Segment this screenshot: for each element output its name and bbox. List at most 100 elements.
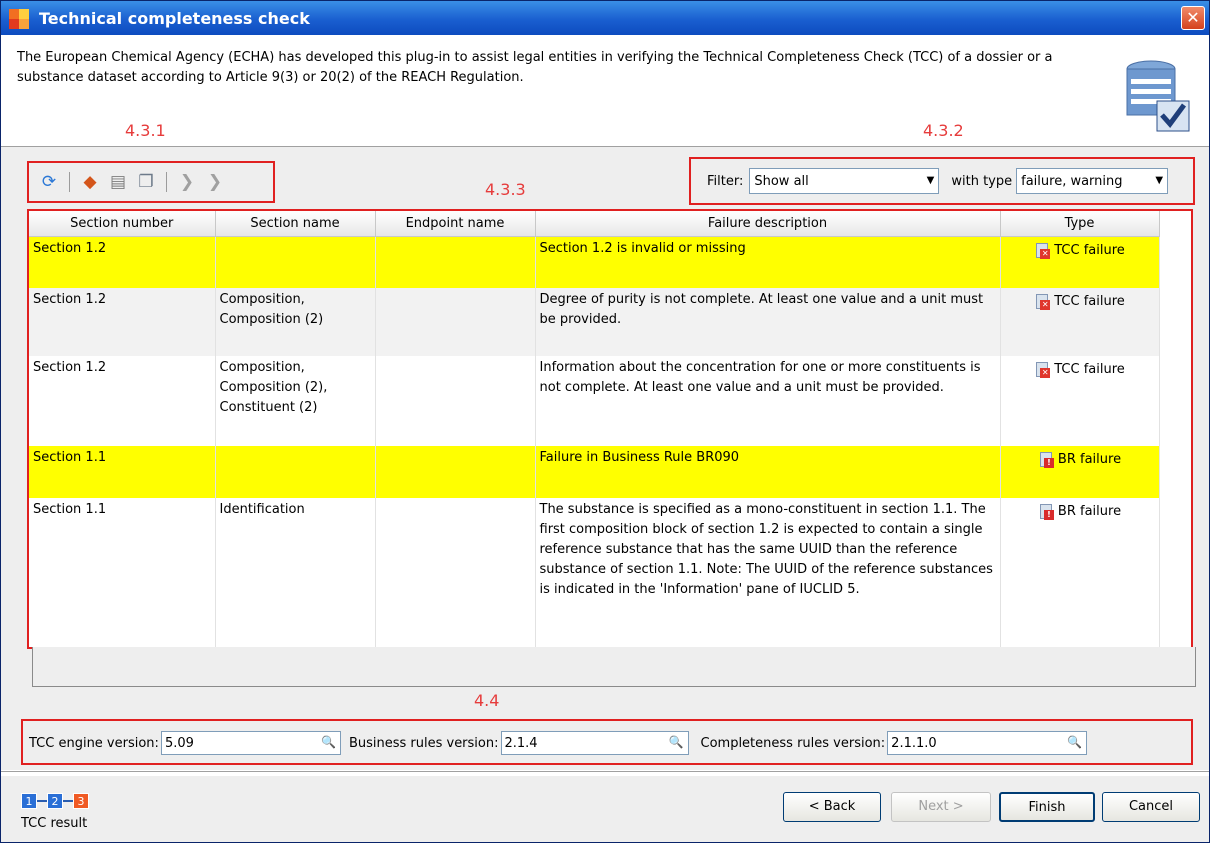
- type-label: TCC failure: [1054, 362, 1125, 377]
- tcc-failure-icon: ✕: [1034, 294, 1051, 310]
- magnifier-icon[interactable]: 🔍: [669, 735, 684, 749]
- table-row[interactable]: Section 1.2 Composition, Composition (2)…: [29, 288, 1160, 356]
- type-cell: ! BR failure: [1000, 498, 1160, 647]
- type-filter-select-value: failure, warning: [1021, 173, 1123, 189]
- type-filter-label: with type: [951, 173, 1013, 189]
- tcc-failure-icon: ✕: [1034, 242, 1051, 259]
- column-header[interactable]: Section number: [29, 211, 216, 237]
- wizard-steps: 1 2 3: [21, 793, 89, 809]
- endpoint-name-cell: [375, 288, 536, 356]
- chevron-down-icon: ▼: [1155, 175, 1164, 186]
- failure-description-cell: Information about the concentration for …: [535, 356, 1001, 446]
- annotation-label-table: 4.3.3: [485, 180, 526, 199]
- echa-logo-icon: [7, 7, 33, 29]
- failure-description-cell: Failure in Business Rule BR090: [535, 446, 1001, 498]
- endpoint-name-cell: [375, 356, 536, 446]
- endpoint-name-cell: [375, 236, 536, 288]
- section-number-cell: Section 1.1: [29, 498, 216, 647]
- filter-label: Filter:: [707, 173, 744, 189]
- toolbar-divider: [69, 172, 70, 192]
- cancel-button[interactable]: Cancel: [1102, 792, 1200, 822]
- failure-description-cell: Section 1.2 is invalid or missing: [535, 236, 1001, 288]
- column-header[interactable]: Type: [1000, 211, 1160, 237]
- next-icon[interactable]: ❯: [204, 171, 226, 193]
- completeness-rules-version-value: 2.1.1.0: [891, 735, 937, 751]
- annotation-label-filter: 4.3.2: [923, 121, 964, 140]
- table-empty-area: [32, 647, 1196, 687]
- endpoint-name-cell: [375, 498, 536, 647]
- tcc-failure-icon: ✕: [1034, 362, 1051, 378]
- filter-bar: Filter: Show all ▼ with type failure, wa…: [689, 159, 1195, 203]
- filter-select[interactable]: Show all ▼: [749, 168, 940, 194]
- previous-icon[interactable]: ❯: [176, 171, 198, 193]
- type-label: BR failure: [1057, 452, 1122, 467]
- wizard-step: 1: [21, 793, 37, 809]
- table-row[interactable]: Section 1.2 Section 1.2 is invalid or mi…: [29, 236, 1160, 288]
- column-header[interactable]: Endpoint name: [375, 211, 536, 237]
- business-rules-version-label: Business rules version:: [348, 735, 499, 751]
- title-bar: Technical completeness check ✕: [1, 1, 1209, 35]
- magnifier-icon[interactable]: 🔍: [321, 735, 336, 749]
- database-check-icon: [1126, 60, 1190, 132]
- current-step-label: TCC result: [21, 816, 88, 831]
- completeness-rules-version-label: Completeness rules version:: [700, 735, 886, 751]
- column-header[interactable]: Section name: [215, 211, 376, 237]
- type-label: BR failure: [1057, 504, 1122, 519]
- table-row[interactable]: Section 1.1 Identification The substance…: [29, 498, 1160, 647]
- versions-bar: TCC engine version: 5.09 🔍 Business rule…: [21, 721, 1193, 765]
- type-cell: ✕ TCC failure: [1000, 236, 1160, 288]
- finish-button[interactable]: Finish: [999, 792, 1095, 822]
- type-label: TCC failure: [1054, 242, 1125, 258]
- back-button[interactable]: < Back: [783, 792, 881, 822]
- chevron-down-icon: ▼: [926, 175, 935, 186]
- section-number-cell: Section 1.2: [29, 356, 216, 446]
- filter-select-value: Show all: [754, 173, 809, 189]
- step-connector: [63, 800, 73, 802]
- magnifier-icon[interactable]: 🔍: [1067, 735, 1082, 749]
- br-failure-icon: !: [1038, 452, 1054, 468]
- endpoint-name-cell: [375, 446, 536, 498]
- type-cell: ✕ TCC failure: [1000, 288, 1160, 356]
- section-name-cell: Composition, Composition (2), Constituen…: [215, 356, 376, 446]
- toolbar-divider: [166, 172, 167, 192]
- type-cell: ✕ TCC failure: [1000, 356, 1160, 446]
- tcc-engine-version-label: TCC engine version:: [29, 735, 159, 751]
- table-row[interactable]: Section 1.2 Composition, Composition (2)…: [29, 356, 1160, 446]
- section-number-cell: Section 1.2: [29, 288, 216, 356]
- section-name-cell: Composition, Composition (2): [215, 288, 376, 356]
- section-number-cell: Section 1.1: [29, 446, 216, 498]
- tcc-engine-version-field[interactable]: 5.09 🔍: [160, 731, 341, 755]
- business-rules-version-value: 2.1.4: [504, 735, 538, 751]
- completeness-rules-version-field[interactable]: 2.1.1.0 🔍: [887, 731, 1088, 755]
- intro-text: The European Chemical Agency (ECHA) has …: [17, 50, 1053, 85]
- br-failure-icon: !: [1038, 504, 1054, 520]
- wizard-step-current: 3: [73, 793, 89, 809]
- section-name-cell: [215, 236, 376, 288]
- copy-icon[interactable]: ❐: [135, 171, 157, 193]
- annotation-label-toolbar: 4.3.1: [125, 121, 166, 140]
- type-cell: ! BR failure: [1000, 446, 1160, 498]
- print-icon[interactable]: ▤: [107, 171, 129, 193]
- refresh-icon[interactable]: ⟳: [38, 171, 60, 193]
- table-row[interactable]: Section 1.1 Failure in Business Rule BR0…: [29, 446, 1160, 498]
- failure-description-cell: Degree of purity is not complete. At lea…: [535, 288, 1001, 356]
- export-icon[interactable]: ◆: [79, 171, 101, 193]
- column-header[interactable]: Failure description: [535, 211, 1001, 237]
- type-filter-select[interactable]: failure, warning ▼: [1016, 168, 1169, 194]
- close-button[interactable]: ✕: [1181, 6, 1205, 30]
- footer-divider: [1, 771, 1209, 772]
- next-button[interactable]: Next >: [891, 792, 991, 822]
- type-label: TCC failure: [1054, 294, 1125, 309]
- failure-description-cell: The substance is specified as a mono-con…: [535, 498, 1001, 647]
- table-header-row: Section number Section name Endpoint nam…: [29, 211, 1160, 237]
- tcc-engine-version-value: 5.09: [164, 735, 194, 751]
- results-table: Section number Section name Endpoint nam…: [29, 211, 1191, 647]
- business-rules-version-field[interactable]: 2.1.4 🔍: [500, 731, 689, 755]
- dialog-window: Technical completeness check ✕ The Europ…: [0, 0, 1210, 843]
- step-connector: [37, 800, 47, 802]
- section-name-cell: Identification: [215, 498, 376, 647]
- section-name-cell: [215, 446, 376, 498]
- wizard-step: 2: [47, 793, 63, 809]
- section-number-cell: Section 1.2: [29, 236, 216, 288]
- window-title: Technical completeness check: [39, 8, 310, 28]
